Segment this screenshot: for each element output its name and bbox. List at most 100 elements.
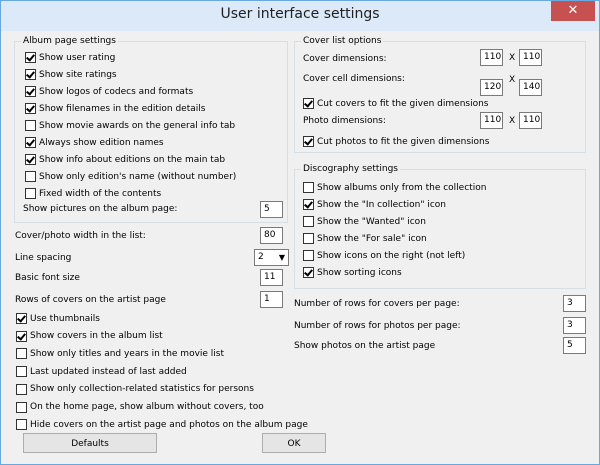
option-checkbox[interactable]: Show logos of codecs and formats <box>25 86 193 97</box>
checkbox-label: Show the "For sale" icon <box>317 233 427 244</box>
option-checkbox[interactable]: Show only edition's name (without number… <box>25 171 236 182</box>
line-spacing-label: Line spacing <box>15 253 72 263</box>
checkbox-box[interactable] <box>16 383 27 395</box>
checkbox-box[interactable] <box>303 199 314 210</box>
checkbox-box[interactable] <box>303 182 314 193</box>
option-checkbox[interactable]: Fixed width of the contents <box>25 188 161 199</box>
photo-width-input[interactable]: 110 <box>480 112 503 129</box>
checkbox-label: Hide covers on the artist page and photo… <box>30 419 308 430</box>
checkbox-box[interactable] <box>16 313 27 324</box>
checkbox-box[interactable] <box>25 171 36 182</box>
close-icon: ✕ <box>567 3 579 18</box>
checkbox-label: Show the "Wanted" icon <box>317 216 426 227</box>
option-checkbox[interactable]: Show icons on the right (not left) <box>303 250 465 261</box>
dimension-separator: X <box>509 116 516 126</box>
settings-window: User interface settings ✕ Album page set… <box>0 0 600 465</box>
checkbox-box[interactable] <box>303 233 314 244</box>
checkbox-label: Use thumbnails <box>30 313 101 324</box>
option-checkbox[interactable]: Always show edition names <box>25 137 164 148</box>
defaults-button[interactable]: Defaults <box>23 433 157 453</box>
cut-covers-checkbox[interactable]: Cut covers to fit the given dimensions <box>303 98 488 109</box>
checkbox-box[interactable] <box>303 98 314 109</box>
option-checkbox[interactable]: Last updated instead of last added <box>16 366 187 378</box>
checkbox-label: Show covers in the album list <box>30 331 163 342</box>
option-checkbox[interactable]: Show the "In collection" icon <box>303 199 446 210</box>
option-checkbox[interactable]: On the home page, show album without cov… <box>16 401 264 413</box>
cover-width-dim-input[interactable]: 110 <box>480 49 503 66</box>
rows-covers-artist-input[interactable]: 1 <box>260 291 283 308</box>
checkbox-label: Last updated instead of last added <box>30 366 187 377</box>
checkbox-box[interactable] <box>25 188 36 199</box>
cover-height-dim-input[interactable]: 110 <box>519 49 542 66</box>
line-spacing-value: 2 <box>258 252 264 262</box>
photos-artist-input[interactable]: 5 <box>563 337 586 354</box>
cover-width-label: Cover/photo width in the list: <box>15 231 146 241</box>
checkbox-box[interactable] <box>25 120 36 131</box>
font-size-label: Basic font size <box>15 273 80 283</box>
rows-covers-page-input[interactable]: 3 <box>563 295 586 312</box>
option-checkbox[interactable]: Show the "Wanted" icon <box>303 216 426 227</box>
line-spacing-select[interactable]: 2 ▼ <box>254 249 289 266</box>
option-checkbox[interactable]: Show movie awards on the general info ta… <box>25 120 235 131</box>
checkbox-label: Cut photos to fit the given dimensions <box>317 136 490 147</box>
checkbox-label: Show site ratings <box>39 69 117 80</box>
option-checkbox[interactable]: Show only collection-related statistics … <box>16 383 254 395</box>
dimension-separator: X <box>509 53 516 63</box>
option-checkbox[interactable]: Show site ratings <box>25 69 117 80</box>
checkbox-box[interactable] <box>16 366 27 378</box>
cover-list-options-label: Cover list options <box>301 36 384 47</box>
checkbox-box[interactable] <box>303 136 314 147</box>
checkbox-label: Show icons on the right (not left) <box>317 250 466 261</box>
option-checkbox[interactable]: Show user rating <box>25 52 115 63</box>
option-checkbox[interactable]: Hide covers on the artist page and photo… <box>16 419 308 431</box>
checkbox-box[interactable] <box>25 86 36 97</box>
photos-artist-label: Show photos on the artist page <box>294 341 436 351</box>
pictures-album-input[interactable]: 5 <box>260 201 283 218</box>
rows-photos-page-label: Number of rows for photos per page: <box>294 321 461 331</box>
checkbox-label: Show sorting icons <box>317 267 402 278</box>
cell-width-input[interactable]: 120 <box>480 79 503 96</box>
checkbox-box[interactable] <box>16 348 27 360</box>
cut-photos-checkbox[interactable]: Cut photos to fit the given dimensions <box>303 136 489 147</box>
rows-covers-page-label: Number of rows for covers per page: <box>294 299 460 309</box>
album-page-settings-label: Album page settings <box>21 36 118 47</box>
checkbox-box[interactable] <box>25 69 36 80</box>
cell-height-input[interactable]: 140 <box>519 79 542 96</box>
checkbox-box[interactable] <box>25 103 36 114</box>
checkbox-box[interactable] <box>25 52 36 63</box>
chevron-down-icon: ▼ <box>278 253 285 262</box>
cover-dimensions-label: Cover dimensions: <box>303 54 387 64</box>
window-title: User interface settings <box>220 6 380 22</box>
option-checkbox[interactable]: Show filenames in the edition details <box>25 103 205 114</box>
checkbox-box[interactable] <box>303 250 314 261</box>
option-checkbox[interactable]: Use thumbnails <box>16 313 100 324</box>
checkbox-label: Fixed width of the contents <box>39 188 162 199</box>
option-checkbox[interactable]: Show only titles and years in the movie … <box>16 348 224 360</box>
checkbox-box[interactable] <box>25 154 36 165</box>
cover-width-input[interactable]: 80 <box>260 227 283 244</box>
checkbox-box[interactable] <box>303 216 314 227</box>
option-checkbox[interactable]: Show sorting icons <box>303 267 402 278</box>
checkbox-label: Cut covers to fit the given dimensions <box>317 98 489 109</box>
checkbox-label: Show logos of codecs and formats <box>39 86 194 97</box>
rows-photos-page-input[interactable]: 3 <box>563 317 586 334</box>
font-size-input[interactable]: 11 <box>260 269 283 286</box>
ok-button[interactable]: OK <box>262 433 326 453</box>
close-button[interactable]: ✕ <box>551 1 595 21</box>
checkbox-label: Show info about editions on the main tab <box>39 154 226 165</box>
rows-covers-artist-label: Rows of covers on the artist page <box>15 295 166 305</box>
checkbox-label: Show the "In collection" icon <box>317 199 446 210</box>
checkbox-label: Always show edition names <box>39 137 164 148</box>
checkbox-box[interactable] <box>16 419 27 431</box>
checkbox-box[interactable] <box>16 330 27 342</box>
checkbox-box[interactable] <box>303 267 314 278</box>
option-checkbox[interactable]: Show info about editions on the main tab <box>25 154 225 165</box>
discography-settings-label: Discography settings <box>301 164 400 175</box>
option-checkbox[interactable]: Show the "For sale" icon <box>303 233 427 244</box>
option-checkbox[interactable]: Show albums only from the collection <box>303 182 486 193</box>
option-checkbox[interactable]: Show covers in the album list <box>16 330 163 342</box>
checkbox-box[interactable] <box>25 137 36 148</box>
checkbox-label: Show movie awards on the general info ta… <box>39 120 236 131</box>
photo-height-input[interactable]: 110 <box>519 112 542 129</box>
checkbox-box[interactable] <box>16 401 27 413</box>
